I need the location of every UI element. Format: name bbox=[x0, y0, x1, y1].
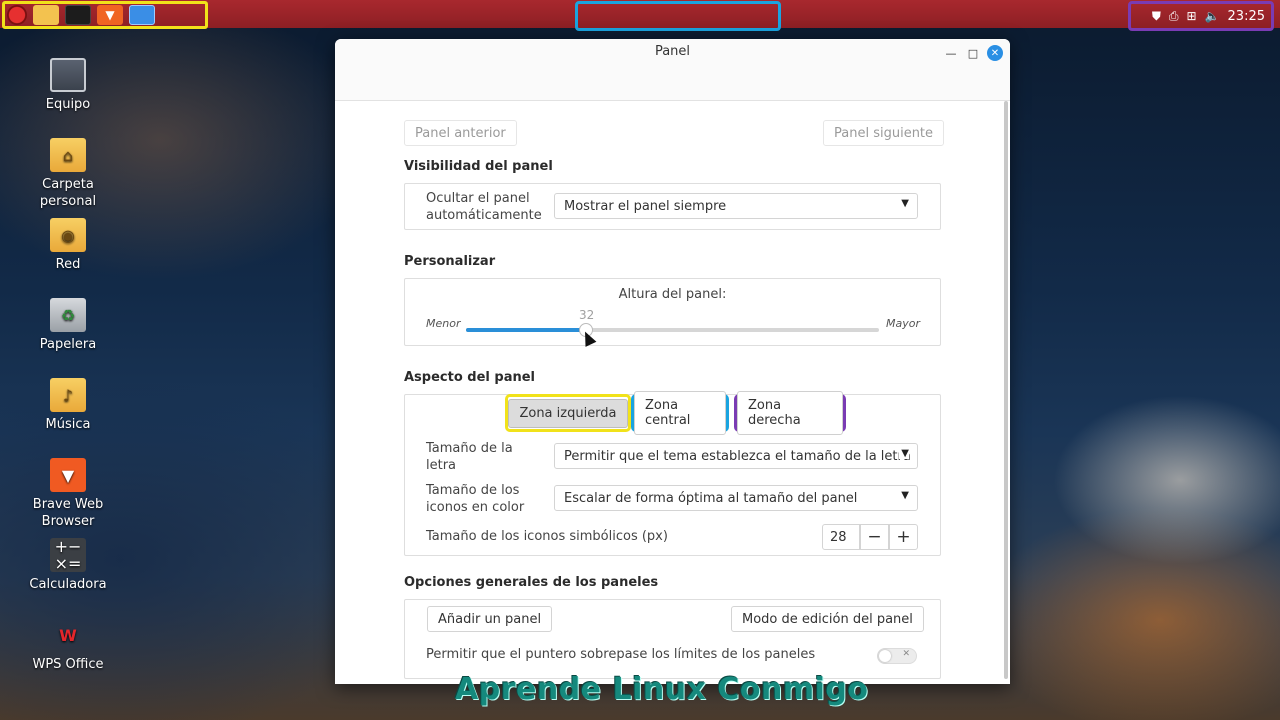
desktop-icon-label: Calculadora bbox=[29, 577, 107, 592]
desktop-icon-label: Carpeta personal bbox=[39, 177, 97, 209]
visibility-section-title: Visibilidad del panel bbox=[404, 159, 553, 174]
scrollbar[interactable] bbox=[1004, 101, 1008, 679]
menu-icon[interactable] bbox=[7, 5, 27, 25]
desktop-icon-carpeta-personal[interactable]: ⌂ Carpeta personal bbox=[18, 138, 118, 210]
zone-left-button[interactable]: Zona izquierda bbox=[505, 394, 631, 432]
chevron-down-icon: ▼ bbox=[901, 490, 909, 501]
appearance-section-title: Aspecto del panel bbox=[404, 370, 536, 385]
slider-fill bbox=[466, 328, 586, 332]
autohide-select[interactable]: Mostrar el panel siempre ▼ bbox=[554, 193, 918, 219]
pointer-limits-label: Permitir que el puntero sobrepase los lí… bbox=[426, 647, 816, 662]
appearance-box: Zona izquierda Zona central Zona derecha… bbox=[404, 391, 941, 556]
panel-settings-window: Panel — □ ✕ Panel anterior Panel siguien… bbox=[335, 39, 1010, 684]
close-icon[interactable]: ✕ bbox=[987, 45, 1003, 61]
previous-panel-button[interactable]: Panel anterior bbox=[404, 120, 517, 146]
shield-icon[interactable]: ⛊ bbox=[1152, 9, 1161, 24]
folder-icon[interactable] bbox=[33, 5, 59, 25]
panel-height-label: Altura del panel: bbox=[618, 287, 727, 302]
font-size-select-value: Permitir que el tema establezca el tamañ… bbox=[564, 448, 911, 464]
desktop-icon-papelera[interactable]: ♻ Papelera bbox=[18, 298, 118, 353]
top-panel: ▼ ⛊ ⎙ ⊞ 🔈 23:25 bbox=[0, 0, 1280, 31]
desktop-icon-label: Brave Web Browser bbox=[32, 497, 104, 529]
desktop-icon-wps[interactable]: W WPS Office bbox=[18, 618, 118, 673]
terminal-icon[interactable] bbox=[65, 5, 91, 25]
add-panel-button[interactable]: Añadir un panel bbox=[427, 606, 553, 632]
calculator-icon: +− ×= bbox=[50, 538, 86, 572]
desktop-icon-brave[interactable]: ▼ Brave Web Browser bbox=[18, 458, 118, 530]
volume-icon[interactable]: 🔈 bbox=[1205, 9, 1220, 23]
music-folder-icon: ♪ bbox=[50, 378, 86, 412]
desktop-icon-musica[interactable]: ♪ Música bbox=[18, 378, 118, 433]
titlebar[interactable]: Panel — □ ✕ bbox=[335, 39, 1010, 101]
center-zone bbox=[575, 1, 781, 31]
desktop-icon-red[interactable]: ◉ Red bbox=[18, 218, 118, 273]
zone-right-label: Zona derecha bbox=[737, 391, 843, 435]
panel-height-value: 32 bbox=[579, 308, 595, 322]
zone-left-label: Zona izquierda bbox=[508, 398, 628, 428]
network-icon[interactable]: ⊞ bbox=[1187, 9, 1197, 23]
decrease-button[interactable]: − bbox=[860, 524, 889, 550]
pointer-limits-toggle[interactable]: ✕ bbox=[877, 648, 917, 664]
font-size-label: Tamaño de la letra bbox=[426, 441, 513, 473]
desktop-icon-label: Papelera bbox=[39, 337, 97, 352]
edit-mode-button[interactable]: Modo de edición del panel bbox=[731, 606, 924, 632]
network-folder-icon: ◉ bbox=[50, 218, 86, 252]
desktop-icon-equipo[interactable]: Equipo bbox=[18, 58, 118, 113]
wps-icon: W bbox=[59, 625, 77, 645]
chevron-down-icon: ▼ bbox=[899, 448, 909, 459]
symbolic-icons-size-input[interactable]: 28 bbox=[822, 524, 860, 550]
right-zone-tray: ⛊ ⎙ ⊞ 🔈 23:25 bbox=[1128, 1, 1274, 31]
visibility-box: Ocultar el panel automáticamente Mostrar… bbox=[404, 183, 941, 230]
slider-max-label: Mayor bbox=[886, 317, 920, 330]
customize-box: Altura del panel: Menor Mayor 32 bbox=[404, 278, 941, 347]
left-zone-launchers: ▼ bbox=[2, 1, 208, 29]
color-icons-size-label: Tamaño de los iconos en color bbox=[426, 483, 525, 515]
zone-center-button[interactable]: Zona central bbox=[631, 391, 729, 435]
printer-icon[interactable]: ⎙ bbox=[1169, 9, 1179, 24]
clock[interactable]: 23:25 bbox=[1228, 9, 1265, 24]
general-section-title: Opciones generales de los paneles bbox=[404, 575, 659, 590]
toggle-knob bbox=[879, 650, 891, 662]
monitor-icon bbox=[50, 58, 86, 92]
increase-button[interactable]: + bbox=[889, 524, 918, 550]
autohide-select-value: Mostrar el panel siempre bbox=[564, 198, 727, 214]
zone-center-label: Zona central bbox=[634, 391, 726, 435]
color-icons-size-select-value: Escalar de forma óptima al tamaño del pa… bbox=[564, 490, 858, 506]
files-icon[interactable] bbox=[129, 5, 155, 25]
close-icon: ✕ bbox=[902, 649, 910, 659]
zone-right-button[interactable]: Zona derecha bbox=[734, 391, 846, 435]
general-box: Añadir un panel Modo de edición del pane… bbox=[404, 599, 941, 679]
customize-section-title: Personalizar bbox=[404, 254, 496, 269]
watermark-text: Aprende Linux Conmigo bbox=[455, 672, 869, 707]
brave-icon[interactable]: ▼ bbox=[97, 5, 123, 25]
panel-height-slider[interactable] bbox=[466, 323, 879, 337]
autohide-label: Ocultar el panel automáticamente bbox=[426, 191, 542, 223]
window-title: Panel bbox=[654, 44, 691, 59]
desktop-icon-label: Música bbox=[45, 417, 91, 432]
window-content: Panel anterior Panel siguiente Visibilid… bbox=[335, 101, 1010, 684]
brave-icon: ▼ bbox=[50, 458, 86, 492]
desktop-icon-label: WPS Office bbox=[32, 657, 104, 672]
home-folder-icon: ⌂ bbox=[50, 138, 86, 172]
slider-min-label: Menor bbox=[426, 317, 461, 330]
trash-icon: ♻ bbox=[50, 298, 86, 332]
font-size-select[interactable]: Permitir que el tema establezca el tamañ… bbox=[554, 443, 918, 469]
color-icons-size-select[interactable]: Escalar de forma óptima al tamaño del pa… bbox=[554, 485, 918, 511]
desktop-icon-label: Equipo bbox=[45, 97, 91, 112]
minimize-icon[interactable]: — bbox=[943, 45, 959, 61]
desktop-icon-calculadora[interactable]: +− ×= Calculadora bbox=[18, 538, 118, 593]
maximize-icon[interactable]: □ bbox=[965, 45, 981, 61]
next-panel-button[interactable]: Panel siguiente bbox=[823, 120, 945, 146]
desktop-icon-label: Red bbox=[55, 257, 81, 272]
chevron-down-icon: ▼ bbox=[901, 198, 909, 209]
symbolic-icons-size-label: Tamaño de los iconos simbólicos (px) bbox=[426, 529, 668, 544]
